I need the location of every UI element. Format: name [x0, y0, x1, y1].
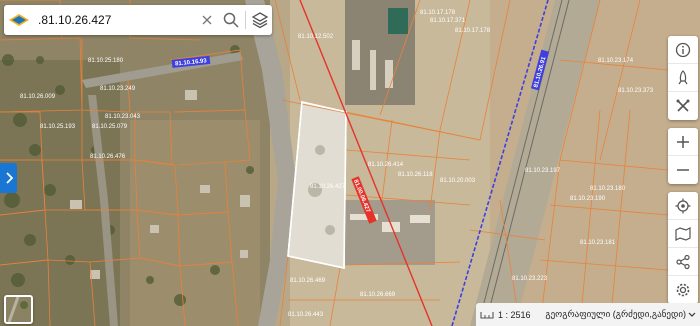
map-toolbar	[668, 36, 698, 312]
parcel-label: 81.10.26.469	[290, 278, 326, 284]
parcel-label: 81.10.23.190	[570, 196, 606, 202]
tool-group-top	[668, 36, 698, 120]
info-icon[interactable]	[668, 36, 698, 64]
layers-icon[interactable]	[248, 5, 272, 35]
search-bar: .81.10.26.427	[4, 5, 272, 35]
chevron-right-icon	[5, 172, 13, 184]
chevron-down-icon	[688, 312, 696, 317]
rocket-icon[interactable]	[668, 64, 698, 92]
parcel-label-selected: 81.10.26.427	[310, 184, 346, 190]
settings-icon[interactable]	[668, 276, 698, 304]
status-bar: 1 : 2516 გეოგრაფიული (გრძედი,განედი)	[476, 303, 700, 326]
parcel-label: 81.10.23.174	[598, 58, 634, 64]
zoom-controls	[668, 128, 698, 184]
parcel-label: 81.10.26.118	[398, 172, 433, 178]
zoom-in-icon[interactable]	[668, 128, 698, 156]
parcel-label: 81.10.23.223	[512, 276, 548, 282]
parcel-label: 81.10.17.178	[455, 28, 491, 34]
divider	[245, 11, 246, 29]
parcel-label: 81.10.23.197	[525, 168, 561, 174]
parcel-label: 81.10.12.502	[298, 34, 334, 40]
parcel-label: 81.10.23.249	[100, 86, 136, 92]
search-icon[interactable]	[219, 5, 243, 35]
clear-icon[interactable]	[195, 5, 219, 35]
parcel-label: 81.10.26.009	[20, 94, 56, 100]
locate-icon[interactable]	[668, 192, 698, 220]
ruler-icon[interactable]	[476, 311, 498, 319]
parcel-label: 81.10.23.043	[105, 114, 141, 120]
search-input[interactable]: .81.10.26.427	[34, 13, 195, 27]
crossed-tools-icon[interactable]	[668, 92, 698, 120]
parcel-label: 81.10.26.476	[90, 154, 126, 160]
tool-group-bottom	[668, 192, 698, 304]
map-layers-icon[interactable]	[668, 220, 698, 248]
map-canvas[interactable]: 81.10.16.93 81.10.26.91 81.00.06.427 81.…	[0, 0, 700, 326]
parcel-label: 81.10.26.443	[288, 312, 324, 318]
share-icon[interactable]	[668, 248, 698, 276]
parcel-label: 81.10.26.414	[368, 162, 404, 168]
side-panel-toggle[interactable]	[0, 163, 17, 193]
parcel-label: 81.10.20.003	[440, 178, 476, 184]
parcel-label: 81.10.25.079	[92, 124, 128, 130]
basemap-thumbnail[interactable]	[4, 295, 33, 324]
parcel-label: 81.10.25.180	[88, 58, 124, 64]
coordinate-system-select[interactable]: გეოგრაფიული (გრძედი,განედი)	[536, 309, 700, 320]
map-labels: 81.10.16.93 81.10.26.91 81.00.06.427 81.…	[20, 10, 654, 318]
parcel-label: 81.10.25.193	[40, 124, 76, 130]
coordinate-system-label: გეოგრაფიული (გრძედი,განედი)	[545, 309, 686, 319]
app-logo-icon[interactable]	[4, 5, 34, 35]
parcel-label: 81.10.23.373	[618, 88, 654, 94]
parcel-label: 81.10.26.669	[360, 292, 396, 298]
parcel-label: 81.10.17.178	[420, 10, 456, 16]
scale-label: 1 : 2516	[498, 309, 531, 320]
parcel-label: 81.10.17.371	[430, 18, 466, 24]
parcel-label: 81.10.23.180	[590, 186, 626, 192]
zoom-out-icon[interactable]	[668, 156, 698, 184]
parcel-label: 81.10.23.181	[580, 240, 616, 246]
